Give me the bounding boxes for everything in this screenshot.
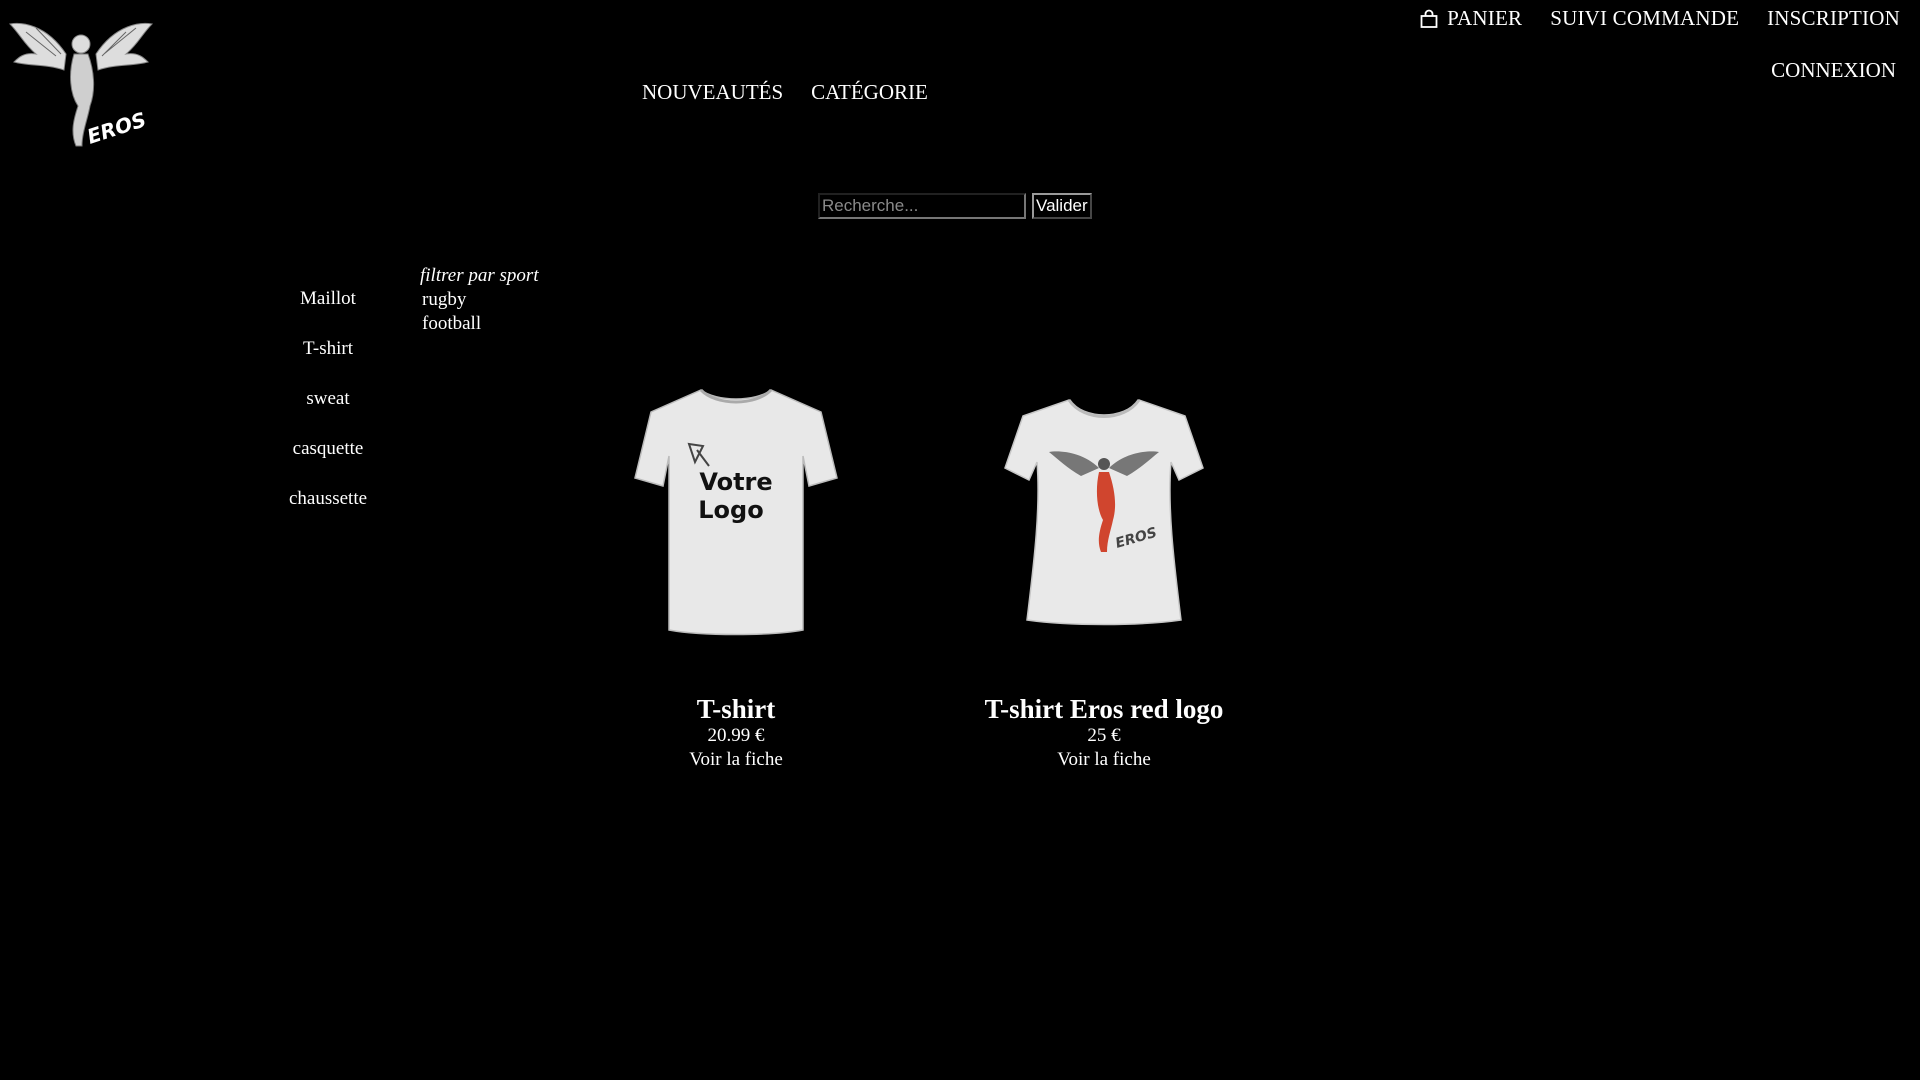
product-image[interactable]: EROS: [954, 370, 1254, 650]
shopping-bag-icon: [1420, 9, 1438, 28]
eros-logo[interactable]: EROS: [6, 14, 156, 164]
product-card: EROS T-shirt Eros red logo 25 € Voir la …: [954, 370, 1254, 772]
category-item-casquette[interactable]: casquette: [238, 438, 418, 488]
product-image[interactable]: Votre Logo: [586, 370, 886, 650]
cart-link[interactable]: PANIER: [1419, 6, 1522, 31]
filter-option-football[interactable]: football: [420, 312, 539, 336]
signup-link[interactable]: INSCRIPTION: [1767, 6, 1900, 31]
search-submit-button[interactable]: Valider: [1032, 193, 1092, 219]
category-item-tshirt[interactable]: T-shirt: [238, 338, 418, 388]
filter-title: filtrer par sport: [420, 265, 539, 286]
product-price: 20.99 €: [707, 725, 765, 746]
angel-logo-icon: EROS: [8, 23, 154, 149]
view-product-link[interactable]: Voir la fiche: [954, 748, 1254, 772]
tshirt-icon: EROS: [1004, 399, 1204, 626]
logo-wordmark: EROS: [84, 107, 149, 149]
category-list: Maillot T-shirt sweat casquette chausset…: [238, 288, 418, 538]
main-nav: NOUVEAUTÉS CATÉGORIE: [642, 80, 928, 105]
product-price: 25 €: [1087, 725, 1121, 746]
category-item-chaussette[interactable]: chaussette: [238, 488, 418, 538]
user-nav: PANIER SUIVI COMMANDE INSCRIPTION: [1419, 6, 1900, 31]
nav-new-arrivals[interactable]: NOUVEAUTÉS: [642, 80, 783, 105]
page: EROS PANIER SUIVI COMMANDE INSCRIPTION C…: [0, 0, 1920, 1080]
order-tracking-link[interactable]: SUIVI COMMANDE: [1550, 6, 1739, 31]
filter-option-rugby[interactable]: rugby: [420, 288, 539, 312]
category-item-sweat[interactable]: sweat: [238, 388, 418, 438]
product-name[interactable]: T-shirt: [586, 694, 886, 724]
product-name[interactable]: T-shirt Eros red logo: [954, 694, 1254, 724]
image-text-votre: Votre: [699, 468, 772, 496]
nav-category[interactable]: CATÉGORIE: [811, 80, 928, 105]
sport-filter: filtrer par sport rugby football: [420, 264, 539, 336]
search-bar: Valider: [818, 193, 1092, 219]
login-link[interactable]: CONNEXION: [1771, 58, 1896, 83]
view-product-link[interactable]: Voir la fiche: [586, 748, 886, 772]
cart-label: PANIER: [1447, 6, 1523, 30]
product-card: Votre Logo T-shirt 20.99 € Voir la fiche: [586, 370, 886, 772]
search-input[interactable]: [818, 193, 1026, 219]
image-text-logo: Logo: [698, 496, 763, 524]
tshirt-icon: Votre Logo: [634, 388, 838, 636]
category-item-maillot[interactable]: Maillot: [238, 288, 418, 338]
